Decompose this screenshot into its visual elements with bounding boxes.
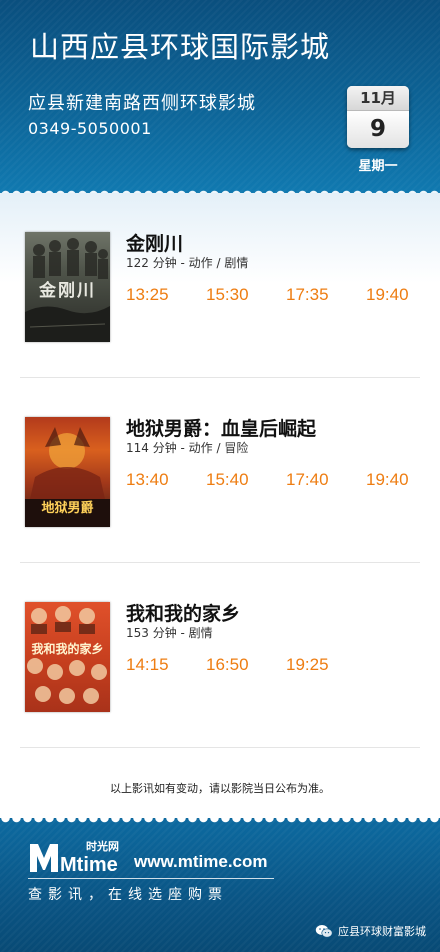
movie-item: 我和我的家乡 我和我的家乡 153 分钟 - 剧情 14:15 16:50 19…	[20, 563, 420, 748]
showtime-list: 13:40 15:40 17:40 19:40	[126, 470, 426, 492]
movie-title[interactable]: 金刚川	[126, 229, 183, 256]
movie-meta: 153 分钟 - 剧情	[126, 626, 213, 640]
showtime-list: 14:15 16:50 19:25	[126, 655, 426, 677]
showtime[interactable]: 15:30	[206, 285, 249, 305]
movie-poster[interactable]: 我和我的家乡	[25, 602, 110, 712]
movie-item: 金刚川 金刚川 122 分钟 - 动作 / 剧情 13:25 15:30 17:…	[20, 193, 420, 378]
website-url[interactable]: www.mtime.com	[134, 852, 268, 872]
showtime[interactable]: 19:40	[366, 470, 409, 490]
movie-poster[interactable]: 地狱男爵	[25, 417, 110, 527]
header-scallop-edge	[0, 185, 440, 193]
wechat-account-name: 应县环球财富影城	[338, 925, 426, 938]
movie-divider	[20, 747, 420, 748]
schedule-notice: 以上影讯如有变动，请以影院当日公布为准。	[110, 782, 330, 795]
poster-title: 金刚川	[39, 281, 96, 301]
logo-text: Mtime	[60, 854, 118, 874]
wechat-account[interactable]: 应县环球财富影城	[315, 922, 426, 940]
calendar-month: 11月	[347, 86, 409, 111]
showtime[interactable]: 19:40	[366, 285, 409, 305]
showtime[interactable]: 13:25	[126, 285, 169, 305]
movie-meta: 114 分钟 - 动作 / 冒险	[126, 441, 249, 455]
showtime[interactable]: 17:35	[286, 285, 329, 305]
movie-list: 金刚川 金刚川 122 分钟 - 动作 / 剧情 13:25 15:30 17:…	[0, 193, 440, 818]
movie-title[interactable]: 地狱男爵：血皇后崛起	[126, 414, 316, 441]
showtime[interactable]: 19:25	[286, 655, 329, 675]
poster-artwork	[27, 606, 107, 704]
showtime[interactable]: 17:40	[286, 470, 329, 490]
footer-scallop-edge	[0, 818, 440, 828]
cinema-phone[interactable]: 0349-5050001	[28, 119, 152, 138]
calendar-day: 9	[347, 111, 409, 148]
footer-slogan: 查影讯，在线选座购票	[28, 887, 228, 903]
logo-subtitle: 时光网	[86, 840, 119, 853]
movie-item: 地狱男爵 地狱男爵：血皇后崛起 114 分钟 - 动作 / 冒险 13:40 1…	[20, 378, 420, 563]
movie-poster[interactable]: 金刚川	[25, 232, 110, 342]
showtime[interactable]: 13:40	[126, 470, 169, 490]
footer-divider	[28, 878, 274, 879]
weekday-label: 星期一	[358, 159, 398, 174]
cinema-name: 山西应县环球国际影城	[30, 30, 331, 64]
showtime[interactable]: 16:50	[206, 655, 249, 675]
calendar-icon: 11月 9	[347, 86, 409, 148]
showtime[interactable]: 14:15	[126, 655, 169, 675]
movie-title[interactable]: 我和我的家乡	[126, 599, 240, 626]
header: 山西应县环球国际影城 应县新建南路西侧环球影城 0349-5050001 11月…	[0, 0, 440, 193]
poster-title: 我和我的家乡	[31, 642, 104, 656]
cinema-address: 应县新建南路西侧环球影城	[28, 93, 256, 114]
poster-title: 地狱男爵	[41, 501, 94, 516]
footer: Mtime 时光网 www.mtime.com 查影讯，在线选座购票 应县环球财…	[0, 818, 440, 952]
wechat-icon	[315, 925, 333, 938]
showtime-list: 13:25 15:30 17:35 19:40	[126, 285, 426, 307]
showtime[interactable]: 15:40	[206, 470, 249, 490]
movie-meta: 122 分钟 - 动作 / 剧情	[126, 256, 249, 270]
